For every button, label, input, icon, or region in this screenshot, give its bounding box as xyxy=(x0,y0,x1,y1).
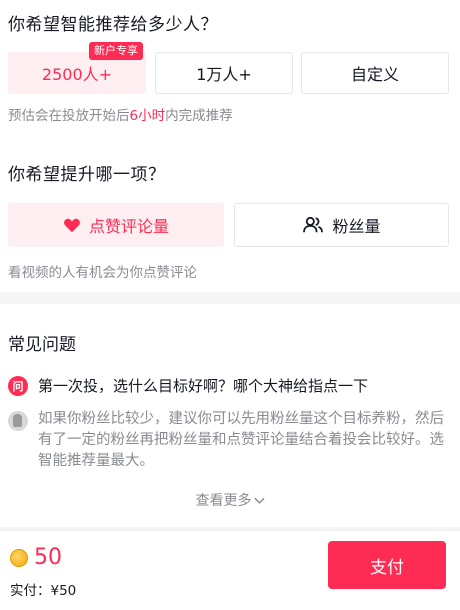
answer-avatar-icon xyxy=(8,411,28,431)
see-more-link[interactable]: 查看更多 xyxy=(0,490,460,510)
heart-icon xyxy=(63,217,81,233)
goal-hint: 看视频的人有机会为你点赞评论 xyxy=(8,265,197,281)
option-followers[interactable]: 粉丝量 xyxy=(234,203,449,247)
question-icon: 问 xyxy=(8,375,28,396)
option-10000-label: 1万人+ xyxy=(196,65,252,84)
price-amount: 50 xyxy=(34,545,62,570)
recommend-hint: 预估会在投放开始后6小时内完成推荐 xyxy=(8,104,233,124)
hint-prefix: 预估会在投放开始后 xyxy=(8,108,130,124)
option-10000[interactable]: 1万人+ xyxy=(155,52,293,94)
faq-question[interactable]: 问 第一次投，选什么目标好啊？哪个大神给指点一下 xyxy=(8,375,368,396)
chevron-down-icon xyxy=(253,493,265,509)
pay-button[interactable]: 支付 xyxy=(328,541,446,589)
price-row: 50 xyxy=(10,545,62,570)
coin-icon xyxy=(10,548,28,567)
faq-section: 常见问题 问 第一次投，选什么目标好啊？哪个大神给指点一下 如果你粉丝比较少，建… xyxy=(0,304,460,527)
goal-title: 你希望提升哪一项？ xyxy=(8,165,166,185)
option-custom-label: 自定义 xyxy=(350,65,399,84)
faq-question-text: 第一次投，选什么目标好啊？哪个大神给指点一下 xyxy=(38,377,369,395)
option-likes-label: 点赞评论量 xyxy=(88,217,169,236)
checkout-footer: 50 实付：¥50 支付 xyxy=(0,530,460,610)
recommend-title: 你希望智能推荐给多少人？ xyxy=(8,15,218,35)
hint-highlight: 6小时 xyxy=(129,108,166,124)
users-icon xyxy=(302,216,324,234)
option-custom[interactable]: 自定义 xyxy=(301,52,449,94)
option-likes-comments[interactable]: 点赞评论量 xyxy=(8,203,224,247)
faq-title: 常见问题 xyxy=(8,335,76,355)
recommend-section: 你希望智能推荐给多少人？ 2500人+ 新户专享 1万人+ 自定义 预估会在投放… xyxy=(0,0,460,292)
new-user-badge: 新户专享 xyxy=(89,42,143,60)
see-more-label: 查看更多 xyxy=(195,493,252,509)
actual-payment: 实付：¥50 xyxy=(10,583,77,599)
faq-answer: 如果你粉丝比较少，建议你可以先用粉丝量这个目标养粉，然后有了一定的粉丝再把粉丝量… xyxy=(8,409,448,472)
hint-suffix: 内完成推荐 xyxy=(165,108,233,124)
option-2500[interactable]: 2500人+ 新户专享 xyxy=(8,42,146,94)
option-2500-label: 2500人+ xyxy=(41,65,113,84)
faq-answer-text: 如果你粉丝比较少，建议你可以先用粉丝量这个目标养粉，然后有了一定的粉丝再把粉丝量… xyxy=(38,411,444,469)
option-followers-label: 粉丝量 xyxy=(332,217,381,236)
